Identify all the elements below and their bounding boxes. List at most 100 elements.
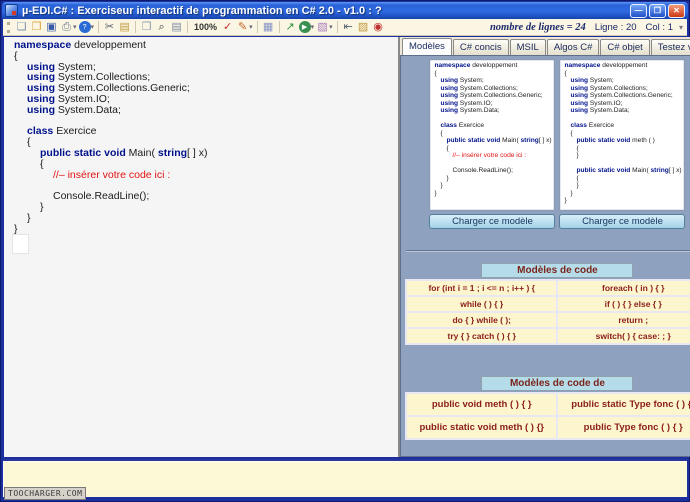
maximize-button[interactable]: ❐ <box>649 4 666 18</box>
print-icon-dropdown[interactable]: ▾ <box>73 23 77 31</box>
code-line <box>430 160 554 168</box>
table-row: public void meth ( ) { }public static Ty… <box>407 394 690 415</box>
code-line: public static void Main( string[ ] x) <box>4 148 398 159</box>
code-line: namespace developpement <box>430 62 554 70</box>
image-icon-dropdown[interactable]: ▾ <box>329 23 333 31</box>
help-icon-dropdown[interactable]: ▾ <box>91 23 95 31</box>
code-line: using System; <box>560 77 684 85</box>
code-line: public static void Main( string[ ] x) <box>430 137 554 145</box>
run-icon[interactable]: ▶ <box>299 21 311 33</box>
tab-testez-vous[interactable]: Testez vous <box>651 39 690 55</box>
line-status: Ligne : 20 <box>595 22 637 33</box>
toolbar-separator <box>279 21 280 33</box>
code-line: } <box>430 175 554 183</box>
tab-msil[interactable]: MSIL <box>510 39 546 55</box>
code-line: } <box>430 190 554 198</box>
editor-cursor <box>13 235 28 253</box>
code-model-cell[interactable]: return ; <box>558 313 690 327</box>
code-line: } <box>560 190 684 198</box>
paste-icon[interactable]: ▤ <box>117 20 132 34</box>
pen-icon[interactable]: ✎ <box>235 20 250 34</box>
tab-modèles[interactable]: Modèles <box>402 38 452 55</box>
pen-icon-dropdown[interactable]: ▾ <box>249 23 253 31</box>
code-model-cell[interactable]: while ( ) { } <box>407 297 556 311</box>
find-icon[interactable]: ⌕ <box>154 20 169 34</box>
code-model-cell[interactable]: do { } while ( ); <box>407 313 556 327</box>
record-icon[interactable]: ◉ <box>371 20 386 34</box>
table-row: try { } catch ( ) { }switch( ) { case: ;… <box>407 329 690 343</box>
properties-icon[interactable]: ▨ <box>356 20 371 34</box>
new-file-icon[interactable]: ❏ <box>14 20 29 34</box>
code-model-cell[interactable]: try { } catch ( ) { } <box>407 329 556 343</box>
code-line: namespace developpement <box>4 40 398 51</box>
code-model-cell[interactable]: public static Type fonc ( ) {} <box>558 394 690 415</box>
code-line: class Exercice <box>560 122 684 130</box>
code-line: using System; <box>430 77 554 85</box>
code-line: using System.Data; <box>560 107 684 115</box>
code-models-header: Modèles de code <box>481 263 633 278</box>
open-folder-icon[interactable]: ❒ <box>29 20 44 34</box>
code-line: } <box>430 182 554 190</box>
code-line: { <box>560 130 684 138</box>
tab-c#-objet[interactable]: C# objet <box>600 39 649 55</box>
code-line: { <box>560 175 684 183</box>
code-models-table: for (int i = 1 ; i <= n ; i++ ) {foreach… <box>405 279 690 345</box>
code-line: } <box>560 152 684 160</box>
model-card-1: namespace developpement{using System;usi… <box>429 59 555 229</box>
report-icon[interactable]: ▤ <box>169 20 184 34</box>
code-line: class Exercice <box>430 122 554 130</box>
code-line: } <box>4 213 398 224</box>
tab-c#-concis[interactable]: C# concis <box>453 39 509 55</box>
code-model-cell[interactable]: public Type fonc ( ) { } <box>558 417 690 438</box>
code-line: using System.IO; <box>560 100 684 108</box>
load-model-button-1[interactable]: Charger ce modèle <box>429 214 555 229</box>
close-button[interactable]: ✕ <box>668 4 685 18</box>
model-preview-2[interactable]: namespace developpement{using System;usi… <box>559 59 685 211</box>
code-line: using System.Data; <box>430 107 554 115</box>
minimize-button[interactable]: — <box>630 4 647 18</box>
code-line: using System.Collections; <box>560 85 684 93</box>
table-icon[interactable]: ▦ <box>261 20 276 34</box>
export-icon[interactable]: ↗ <box>283 20 298 34</box>
toolbar-separator <box>257 21 258 33</box>
code-line: { <box>430 145 554 153</box>
model-preview-1[interactable]: namespace developpement{using System;usi… <box>429 59 555 211</box>
window-title: µ-EDI.C# : Exerciseur interactif de prog… <box>22 5 630 17</box>
code-editor[interactable]: namespace developpement{using System;usi… <box>4 37 400 457</box>
zoom-level[interactable]: 100% <box>194 22 217 32</box>
code-line: namespace developpement <box>560 62 684 70</box>
code-model-cell[interactable]: foreach ( in ) { } <box>558 281 690 295</box>
load-model-button-2[interactable]: Charger ce modèle <box>559 214 685 229</box>
method-models-header: Modèles de code de <box>481 376 633 391</box>
code-line: using System.Data; <box>4 105 398 116</box>
code-model-cell[interactable]: for (int i = 1 ; i <= n ; i++ ) { <box>407 281 556 295</box>
image-icon[interactable]: ▧ <box>315 20 330 34</box>
syntax-check-icon[interactable]: ✓ <box>220 20 235 34</box>
title-bar: µ-EDI.C# : Exerciseur interactif de prog… <box>2 2 688 19</box>
code-line: } <box>4 224 398 235</box>
code-line: //– insérer votre code ici : <box>4 170 398 181</box>
table-row: do { } while ( );return ; <box>407 313 690 327</box>
toolbar-grip[interactable] <box>7 22 10 33</box>
code-model-cell[interactable]: if ( ) { } else { } <box>558 297 690 311</box>
copy-icon[interactable]: ❐ <box>139 20 154 34</box>
print-icon[interactable]: ⎙ <box>59 20 74 34</box>
cut-icon[interactable]: ✂ <box>102 20 117 34</box>
code-line: { <box>430 70 554 78</box>
tab-algos-c#[interactable]: Algos C# <box>547 39 600 55</box>
help-icon[interactable]: ? <box>79 21 91 33</box>
code-model-cell[interactable]: public void meth ( ) { } <box>407 394 556 415</box>
code-model-cell[interactable]: public static void meth ( ) {} <box>407 417 556 438</box>
run-icon-dropdown[interactable]: ▾ <box>311 23 315 31</box>
indent-icon[interactable]: ⇤ <box>341 20 356 34</box>
save-icon[interactable]: ▣ <box>44 20 59 34</box>
code-line: { <box>430 130 554 138</box>
code-line: { <box>560 70 684 78</box>
section-divider <box>406 250 690 252</box>
right-panel: ModèlesC# concisMSILAlgos C#C# objetTest… <box>400 37 690 457</box>
toolbar-overflow-chevron-icon[interactable]: ▾ <box>679 23 683 32</box>
code-line: } <box>4 202 398 213</box>
code-model-cell[interactable]: switch( ) { case: ; } <box>558 329 690 343</box>
watermark-label: TOOCHARGER.COM <box>4 487 86 500</box>
models-tab-panel: namespace developpement{using System;usi… <box>400 55 690 457</box>
